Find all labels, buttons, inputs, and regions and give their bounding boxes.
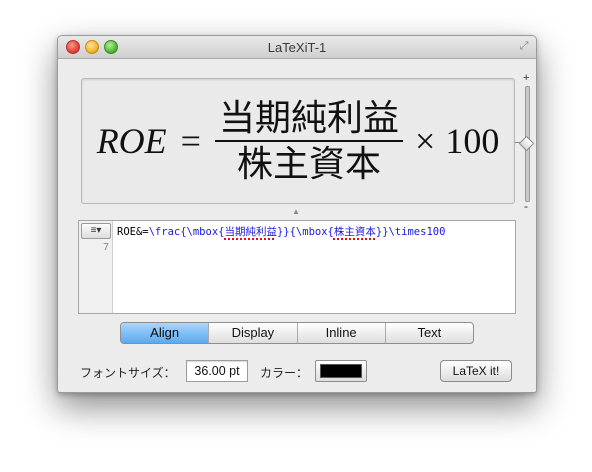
mode-display[interactable]: Display xyxy=(209,323,298,343)
equation-preview[interactable]: ROE = 当期純利益 株主資本 × 100 xyxy=(81,78,515,204)
splitter-handle-icon[interactable]: ▲ xyxy=(292,207,300,216)
code-prefix: ROE&= xyxy=(117,226,149,238)
code-mid: }}{\mbox{ xyxy=(276,226,334,238)
formula-factor: 100 xyxy=(445,121,500,161)
formula-equals: = xyxy=(180,121,201,161)
formula-lhs: ROE xyxy=(96,121,167,161)
source-editor[interactable]: ≡▾ 7 ROE&=\frac{\mbox{当期純利益}}{\mbox{株主資本… xyxy=(78,220,516,314)
rendered-formula: ROE = 当期純利益 株主資本 × 100 xyxy=(82,79,514,203)
code-frac: \frac{\mbox{ xyxy=(148,226,225,238)
color-well[interactable] xyxy=(315,360,367,382)
code-denominator: 株主資本 xyxy=(333,226,376,238)
font-size-input[interactable]: 36.00 pt xyxy=(186,360,248,382)
title-bar[interactable]: LaTeXiT-1 ⤢ xyxy=(58,36,536,59)
mode-inline[interactable]: Inline xyxy=(298,323,386,343)
formula-fraction: 当期純利益 株主資本 xyxy=(214,99,403,184)
source-code[interactable]: ROE&=\frac{\mbox{当期純利益}}{\mbox{株主資本}}\ti… xyxy=(117,224,445,239)
latex-it-button[interactable]: LaTeX it! xyxy=(440,360,512,382)
font-size-label: フォントサイズ： xyxy=(80,366,176,380)
fullscreen-icon[interactable]: ⤢ xyxy=(518,40,530,52)
line-number: 7 xyxy=(102,242,109,253)
window-title: LaTeXiT-1 xyxy=(267,40,327,55)
formula-times: × xyxy=(415,121,436,161)
latexit-window: LaTeXiT-1 ⤢ ROE = 当期純利益 株主資本 × 100 + - ▲… xyxy=(57,35,537,393)
formula-denominator: 株主資本 xyxy=(236,144,381,184)
zoom-slider-thumb[interactable] xyxy=(518,135,535,152)
editor-menu-button[interactable]: ≡▾ xyxy=(81,223,111,239)
zoom-minus-label: - xyxy=(524,199,528,213)
mode-segmented-control: Align Display Inline Text xyxy=(120,322,474,344)
formula-numerator: 当期純利益 xyxy=(214,99,403,142)
color-label: カラー： xyxy=(260,366,309,380)
zoom-plus-label: + xyxy=(523,72,530,84)
color-swatch xyxy=(320,364,362,378)
line-gutter: ≡▾ 7 xyxy=(79,221,113,313)
code-numerator: 当期純利益 xyxy=(224,226,277,238)
mode-align[interactable]: Align xyxy=(121,323,210,343)
mode-text[interactable]: Text xyxy=(386,323,473,343)
code-end: }}\times100 xyxy=(375,226,446,238)
